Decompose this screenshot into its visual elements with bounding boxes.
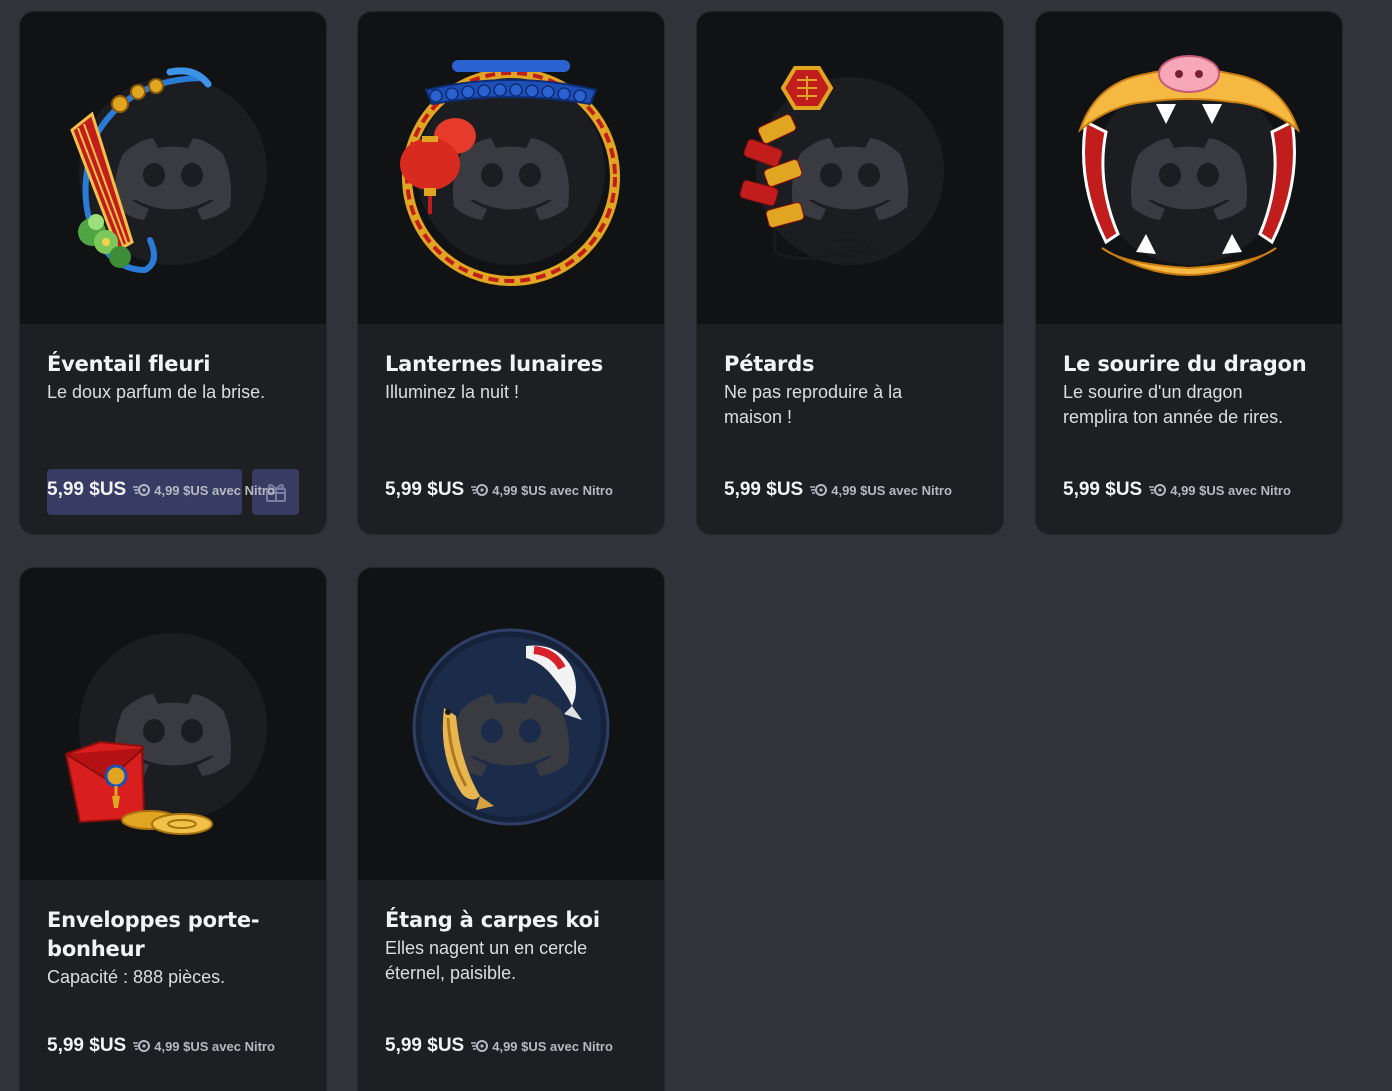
nitro-price: 4,99 $US avec Nitro — [133, 483, 275, 498]
price: 5,99 $US — [1063, 479, 1143, 500]
price-row: 5,99 $US 4,99 $US avec Nitro — [47, 1035, 275, 1057]
decoration-preview — [20, 12, 326, 324]
decoration-preview — [358, 568, 664, 880]
nitro-icon — [133, 484, 151, 496]
decoration-preview — [358, 12, 664, 324]
decoration-card-enveloppes-porte-bonheur[interactable]: Enveloppes porte-bonheur Capacité : 888 … — [20, 568, 326, 1091]
price: 5,99 $US — [385, 479, 465, 500]
card-title: Lanternes lunaires — [385, 352, 604, 376]
decoration-card-eventail-fleuri[interactable]: Éventail fleuri Le doux parfum de la bri… — [20, 12, 326, 534]
card-info: Le sourire du dragon Le sourire d'un dra… — [1036, 324, 1342, 500]
nitro-price: 4,99 $US avec Nitro — [810, 483, 952, 498]
nitro-icon — [1149, 484, 1167, 496]
nitro-price-label: 4,99 $US avec Nitro — [154, 1038, 275, 1054]
nitro-price-label: 4,99 $US avec Nitro — [154, 482, 275, 498]
nitro-icon — [133, 1040, 151, 1052]
price-row: 5,99 $US 4,99 $US avec Nitro — [385, 479, 613, 501]
price-row: 5,99 $US 4,99 $US avec Nitro — [47, 479, 275, 501]
card-info: Lanternes lunaires Illuminez la nuit ! 5… — [358, 324, 664, 500]
nitro-price-label: 4,99 $US avec Nitro — [831, 482, 952, 498]
nitro-price-label: 4,99 $US avec Nitro — [492, 1038, 613, 1054]
avatar-placeholder — [452, 694, 570, 776]
nitro-price-label: 4,99 $US avec Nitro — [1170, 482, 1291, 498]
nitro-icon — [471, 1040, 489, 1052]
card-title: Enveloppes porte-bonheur — [47, 908, 260, 961]
decoration-card-sourire-du-dragon[interactable]: Le sourire du dragon Le sourire d'un dra… — [1036, 12, 1342, 534]
price-row: 5,99 $US 4,99 $US avec Nitro — [1063, 479, 1291, 501]
decoration-card-etang-carpes-koi[interactable]: Étang à carpes koi Elles nagent un en ce… — [358, 568, 664, 1091]
card-info: Éventail fleuri Le doux parfum de la bri… — [20, 324, 326, 515]
card-description: Le sourire d'un dragon remplira ton anné… — [1063, 382, 1284, 427]
nitro-price: 4,99 $US avec Nitro — [471, 483, 613, 498]
card-title: Étang à carpes koi — [385, 908, 600, 932]
card-description: Elles nagent un en cercle éternel, paisi… — [385, 938, 588, 983]
nitro-icon — [471, 484, 489, 496]
nitro-price: 4,99 $US avec Nitro — [1149, 483, 1291, 498]
price: 5,99 $US — [385, 1035, 465, 1056]
card-description: Le doux parfum de la brise. — [47, 382, 266, 402]
nitro-price: 4,99 $US avec Nitro — [133, 1039, 275, 1054]
price: 5,99 $US — [47, 479, 127, 500]
nitro-icon — [810, 484, 828, 496]
nitro-price-label: 4,99 $US avec Nitro — [492, 482, 613, 498]
card-description: Ne pas reproduire à la maison ! — [724, 382, 903, 427]
card-title: Pétards — [724, 352, 815, 376]
card-description: Capacité : 888 pièces. — [47, 967, 226, 987]
decoration-preview — [697, 12, 1003, 324]
card-info: Pétards Ne pas reproduire à la maison ! … — [697, 324, 1003, 500]
decoration-preview — [20, 568, 326, 880]
card-description: Illuminez la nuit ! — [385, 382, 520, 402]
card-info: Enveloppes porte-bonheur Capacité : 888 … — [20, 880, 326, 1056]
price: 5,99 $US — [724, 479, 804, 500]
price-row: 5,99 $US 4,99 $US avec Nitro — [724, 479, 952, 501]
card-info: Étang à carpes koi Elles nagent un en ce… — [358, 880, 664, 1056]
decoration-card-petards[interactable]: Pétards Ne pas reproduire à la maison ! … — [697, 12, 1003, 534]
card-title: Éventail fleuri — [47, 352, 211, 376]
decoration-preview — [1036, 12, 1342, 324]
nitro-price: 4,99 $US avec Nitro — [471, 1039, 613, 1054]
card-title: Le sourire du dragon — [1063, 352, 1307, 376]
decoration-card-lanternes-lunaires[interactable]: Lanternes lunaires Illuminez la nuit ! 5… — [358, 12, 664, 534]
price: 5,99 $US — [47, 1035, 127, 1056]
price-row: 5,99 $US 4,99 $US avec Nitro — [385, 1035, 613, 1057]
